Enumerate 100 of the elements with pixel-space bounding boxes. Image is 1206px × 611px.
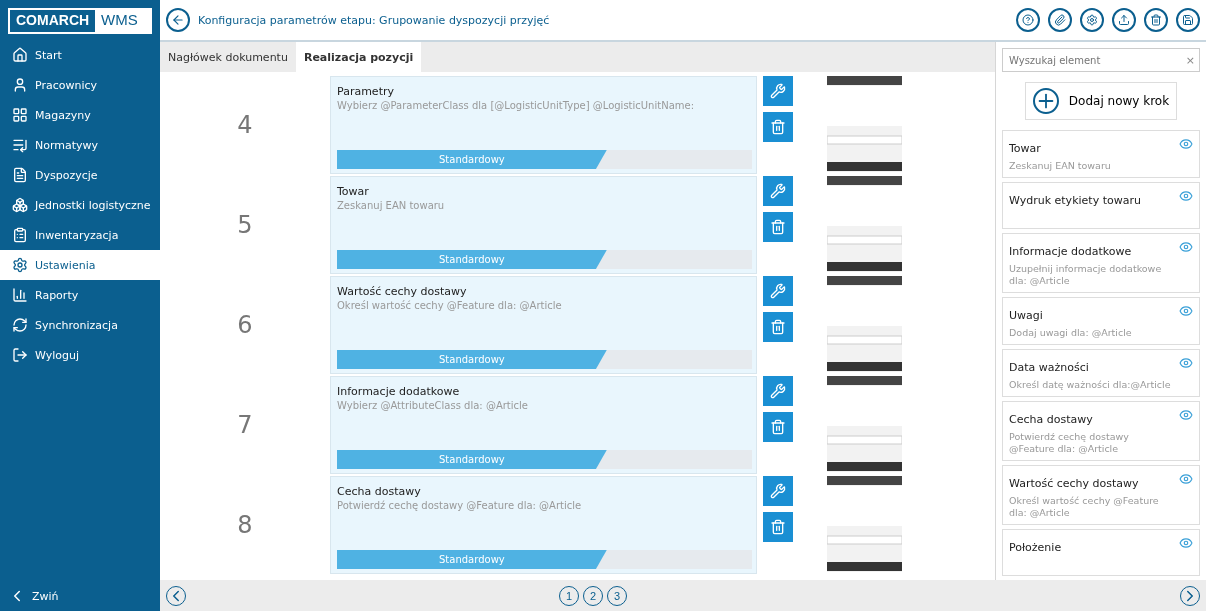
step-number: 6 bbox=[236, 310, 254, 341]
edit-button[interactable] bbox=[763, 76, 793, 106]
element-description: Uzupełnij informacje dodatkowe dla: @Article bbox=[1009, 263, 1163, 287]
element-title: Wartość cechy dostawy bbox=[1009, 477, 1139, 490]
eye-icon[interactable] bbox=[1179, 356, 1193, 370]
trash-icon bbox=[770, 219, 786, 235]
step-type: Standardowy bbox=[337, 250, 607, 269]
settings-button[interactable] bbox=[1080, 8, 1104, 32]
logout-icon bbox=[12, 347, 28, 363]
logo: COMARCH WMS bbox=[8, 8, 152, 34]
document-icon bbox=[12, 167, 28, 183]
step-number: 8 bbox=[236, 510, 254, 541]
step-type: Standardowy bbox=[337, 350, 607, 369]
eye-icon[interactable] bbox=[1179, 304, 1193, 318]
element-title: Położenie bbox=[1009, 541, 1062, 554]
sidebar-item[interactable]: Raporty bbox=[0, 280, 160, 310]
element-card[interactable]: Towar Zeskanuj EAN towaru bbox=[1002, 130, 1200, 178]
clear-button[interactable]: × bbox=[1185, 53, 1195, 67]
eye-icon[interactable] bbox=[1179, 189, 1193, 203]
step-title: Cecha dostawy bbox=[337, 485, 422, 498]
trash-icon bbox=[770, 119, 786, 135]
sidebar-item[interactable]: Ustawienia bbox=[0, 250, 160, 280]
step-card[interactable]: Cecha dostawy Potwierdź cechę dostawy @Feature dla: @Article Standardowy bbox=[330, 476, 757, 574]
tab[interactable]: Realizacja pozycji bbox=[295, 42, 422, 72]
back-button[interactable] bbox=[166, 8, 190, 32]
sync-icon bbox=[12, 317, 28, 333]
element-card[interactable]: Uwagi Dodaj uwagi dla: @Article bbox=[1002, 297, 1200, 345]
paperclip-icon bbox=[1054, 14, 1066, 26]
step-title: Informacje dodatkowe bbox=[337, 385, 461, 398]
step-description: Potwierdź cechę dostawy @Feature dla: @Article bbox=[337, 500, 583, 511]
step-card[interactable]: Towar Zeskanuj EAN towaru Standardowy bbox=[330, 176, 757, 274]
trash-icon bbox=[1150, 14, 1162, 26]
element-title: Wydruk etykiety towaru bbox=[1009, 194, 1141, 207]
delete-button[interactable] bbox=[763, 312, 793, 342]
sidebar-item[interactable]: Synchronizacja bbox=[0, 310, 160, 340]
step-type: Standardowy bbox=[337, 450, 607, 469]
trash-icon bbox=[770, 319, 786, 335]
wrench-icon bbox=[770, 83, 786, 99]
grid-icon bbox=[12, 107, 28, 123]
tab[interactable]: Nagłówek dokumentu bbox=[160, 42, 296, 72]
eye-icon[interactable] bbox=[1179, 137, 1193, 151]
edit-button[interactable] bbox=[763, 476, 793, 506]
eye-icon[interactable] bbox=[1179, 472, 1193, 486]
eye-icon[interactable] bbox=[1179, 240, 1193, 254]
sidebar-item[interactable]: Magazyny bbox=[0, 100, 160, 130]
edit-button[interactable] bbox=[763, 276, 793, 306]
element-card[interactable]: Wartość cechy dostawy Określ wartość cechy @Feature dla: @Article bbox=[1002, 465, 1200, 525]
help-icon bbox=[1022, 14, 1034, 26]
step-number: 4 bbox=[236, 110, 254, 141]
wrench-icon bbox=[770, 483, 786, 499]
add-step-button[interactable]: Dodaj nowy krok bbox=[1025, 82, 1177, 120]
eye-icon[interactable] bbox=[1179, 408, 1193, 422]
edit-button[interactable] bbox=[763, 176, 793, 206]
upload-icon bbox=[1118, 14, 1130, 26]
delete-button[interactable] bbox=[763, 412, 793, 442]
step-type: Standardowy bbox=[337, 150, 607, 169]
element-card[interactable]: Położenie bbox=[1002, 529, 1200, 576]
step-number: 7 bbox=[236, 410, 254, 441]
step-card[interactable]: Informacje dodatkowe Wybierz @AttributeClass dla: @Article Standardowy bbox=[330, 376, 757, 474]
element-description: Zeskanuj EAN towaru bbox=[1009, 160, 1112, 172]
search-field[interactable]: Wyszukaj element × bbox=[1002, 48, 1200, 72]
edit-button[interactable] bbox=[763, 376, 793, 406]
delete-button[interactable] bbox=[763, 512, 793, 542]
sidebar-item[interactable]: Inwentaryzacja bbox=[0, 220, 160, 250]
delete-button[interactable] bbox=[763, 112, 793, 142]
element-card[interactable]: Wydruk etykiety towaru bbox=[1002, 182, 1200, 229]
step-title: Towar bbox=[337, 185, 370, 198]
element-card[interactable]: Cecha dostawy Potwierdź cechę dostawy @Feature dla: @Article bbox=[1002, 401, 1200, 461]
delete-button[interactable] bbox=[1144, 8, 1168, 32]
arrow-left-icon bbox=[171, 13, 185, 27]
element-title: Towar bbox=[1009, 142, 1041, 155]
step-card[interactable]: Parametry Wybierz @ParameterClass dla [@LogisticUnitType] @LogisticUnitName: Standardowy bbox=[330, 76, 757, 174]
sidebar-item[interactable]: Pracownicy bbox=[0, 70, 160, 100]
element-card[interactable]: Data ważności Określ datę ważności dla:@Article bbox=[1002, 349, 1200, 397]
element-title: Cecha dostawy bbox=[1009, 413, 1093, 426]
help-button[interactable] bbox=[1016, 8, 1040, 32]
attach-button[interactable] bbox=[1048, 8, 1072, 32]
step-description: Wybierz @ParameterClass dla [@LogisticUnitType] @LogisticUnitName: bbox=[337, 100, 696, 111]
trash-icon bbox=[770, 419, 786, 435]
save-button[interactable] bbox=[1176, 8, 1200, 32]
step-description: Wybierz @AttributeClass dla: @Article bbox=[337, 400, 529, 411]
settings-icon bbox=[1086, 14, 1098, 26]
step-type: Standardowy bbox=[337, 550, 607, 569]
element-description: Określ wartość cechy @Feature dla: @Article bbox=[1009, 495, 1160, 519]
sidebar-item[interactable]: Wyloguj bbox=[0, 340, 160, 370]
eye-icon[interactable] bbox=[1179, 536, 1193, 550]
sidebar-item[interactable]: Jednostki logistyczne bbox=[0, 190, 160, 220]
delete-button[interactable] bbox=[763, 212, 793, 242]
trash-icon bbox=[770, 519, 786, 535]
settings-icon bbox=[12, 257, 28, 273]
step-card[interactable]: Wartość cechy dostawy Określ wartość cechy @Feature dla: @Article Standardowy bbox=[330, 276, 757, 374]
sidebar-item[interactable]: Start bbox=[0, 40, 160, 70]
element-title: Uwagi bbox=[1009, 309, 1043, 322]
sidebar-item[interactable]: Dyspozycje bbox=[0, 160, 160, 190]
sidebar-item[interactable]: Normatywy bbox=[0, 130, 160, 160]
plus-icon bbox=[1032, 88, 1059, 114]
upload-button[interactable] bbox=[1112, 8, 1136, 32]
element-description: Dodaj uwagi dla: @Article bbox=[1009, 327, 1133, 339]
element-card[interactable]: Informacje dodatkowe Uzupełnij informacje dodatkowe dla: @Article bbox=[1002, 233, 1200, 293]
collapse-button[interactable]: Zwiń bbox=[0, 581, 160, 611]
